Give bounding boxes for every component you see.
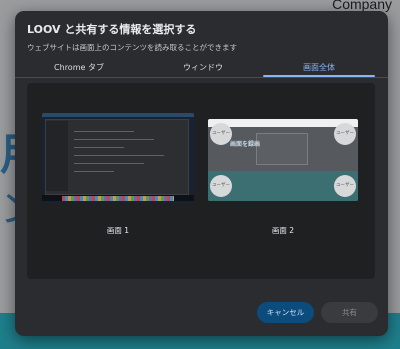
- screen-2-inner-window: [256, 133, 308, 165]
- screen-1-sidebar: [46, 121, 68, 191]
- cancel-button[interactable]: キャンセル: [257, 302, 314, 323]
- screen-2-participant-circle: ユーザー: [334, 175, 356, 197]
- screen-2-thumbnail[interactable]: 画面を録画 ユーザー ユーザー ユーザー ユーザー: [208, 119, 358, 201]
- screen-1-dock: [62, 196, 174, 201]
- screen-2-label: 画面 2: [271, 226, 295, 235]
- tab-entire-screen[interactable]: 画面全体: [263, 59, 375, 77]
- screen-1-text-line: [74, 155, 164, 156]
- screen-1-text-line: [74, 131, 134, 132]
- dialog-title: LOOV と共有する情報を選択する: [27, 23, 197, 36]
- share-button[interactable]: 共有: [321, 302, 378, 323]
- screen-2-participant-circle: ユーザー: [210, 175, 232, 197]
- screen-1-menubar: [42, 113, 194, 117]
- screen-1-text-line: [74, 171, 114, 172]
- screen-1-text-line: [74, 163, 144, 164]
- screen-2-heading: 画面を録画: [230, 141, 261, 148]
- tab-chrome-tab[interactable]: Chrome タブ: [15, 59, 143, 76]
- tab-bar: Chrome タブ ウィンドウ 画面全体: [15, 59, 388, 78]
- screen-1-text-line: [74, 139, 154, 140]
- dialog-actions: キャンセル 共有: [15, 302, 388, 323]
- tab-window[interactable]: ウィンドウ: [143, 59, 263, 76]
- screen-list-panel: 画面 1 画面を録画 ユーザー ユーザー ユーザー ユーザー 画面 2: [27, 83, 375, 279]
- screen-2-participant-circle: ユーザー: [334, 123, 356, 145]
- screen-share-dialog: LOOV と共有する情報を選択する ウェブサイトは画面上のコンテンツを読み取るこ…: [15, 11, 388, 336]
- screen-1-text-line: [74, 147, 124, 148]
- screen-2-participant-circle: ユーザー: [210, 123, 232, 145]
- screen-1-thumbnail[interactable]: [42, 113, 194, 203]
- screen-2-header: [208, 119, 358, 127]
- dialog-subtitle: ウェブサイトは画面上のコンテンツを読み取ることができます: [27, 43, 237, 52]
- screen-1-label: 画面 1: [106, 226, 130, 235]
